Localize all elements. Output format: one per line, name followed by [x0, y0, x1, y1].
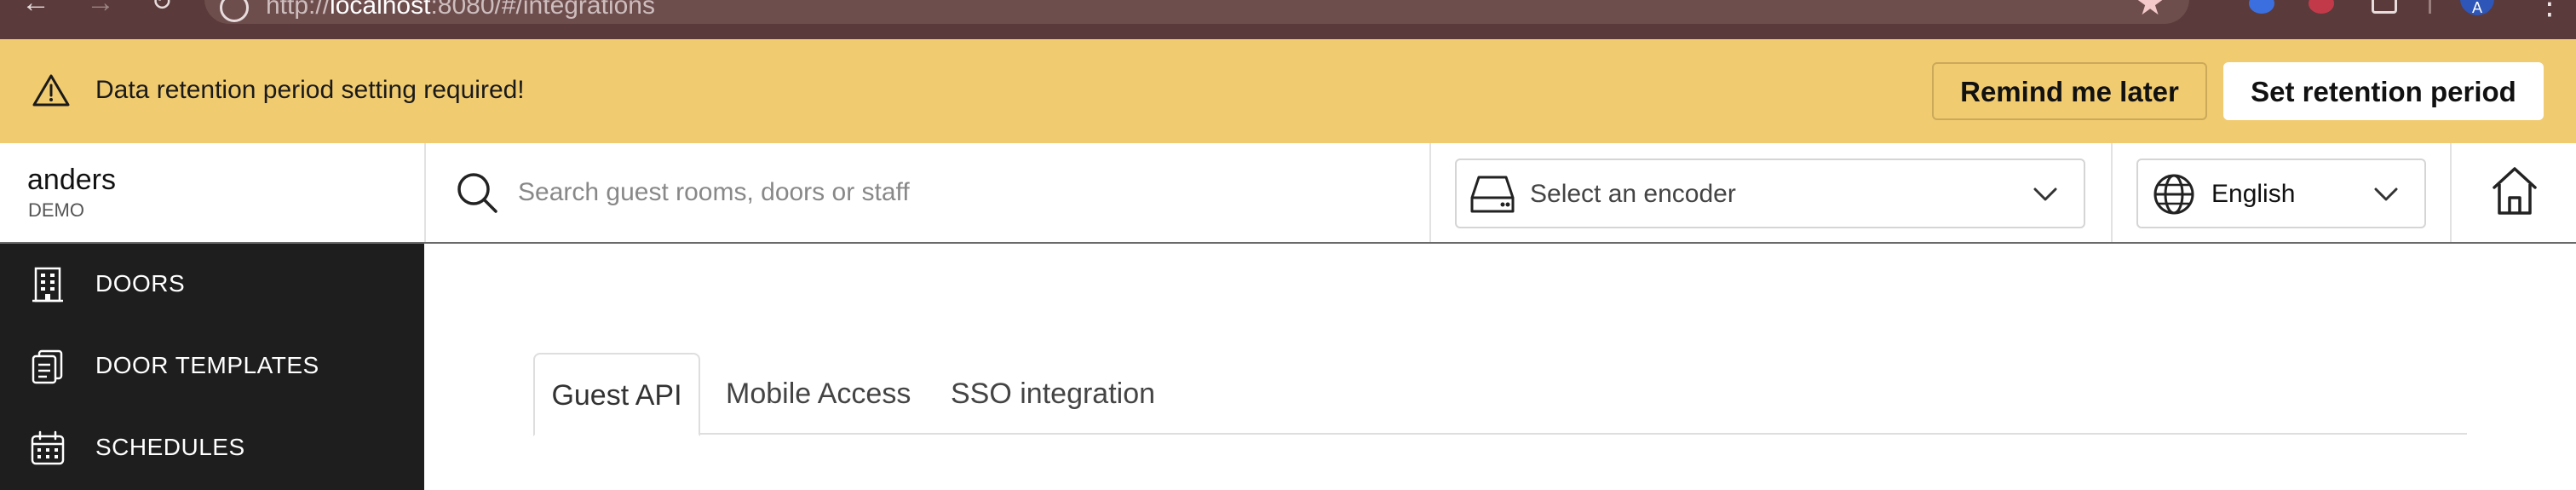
sidebar-item-label: DOORS	[95, 270, 186, 297]
browser-toolbar: ← → ↻ http://localhost:8080/#/integratio…	[0, 0, 2576, 39]
site-info-icon[interactable]	[220, 0, 249, 22]
sidebar-item-doors[interactable]: DOORS	[0, 244, 424, 326]
chevron-down-icon	[2374, 187, 2398, 201]
language-select-label: English	[2211, 180, 2296, 208]
globe-icon	[2153, 174, 2194, 215]
encoder-select[interactable]: Select an encoder	[1455, 159, 2085, 228]
building-icon	[32, 267, 63, 303]
header-divider	[2111, 143, 2113, 242]
address-url: http://localhost:8080/#/integrations	[266, 0, 655, 20]
sidebar-item-label: SCHEDULES	[95, 434, 245, 460]
reload-icon[interactable]: ↻	[145, 0, 179, 19]
encoder-device-icon	[1470, 176, 1515, 213]
remind-later-button[interactable]: Remind me later	[1932, 62, 2207, 120]
set-retention-button[interactable]: Set retention period	[2223, 62, 2544, 120]
header-divider	[424, 143, 426, 242]
sidebar-item-label: DOOR TEMPLATES	[95, 352, 319, 378]
header-divider	[1429, 143, 1431, 242]
tab-mobile-access[interactable]: Mobile Access	[726, 353, 911, 435]
banner-message: Data retention period setting required!	[95, 76, 525, 104]
brand-subtitle: DEMO	[28, 199, 84, 221]
extension-icon[interactable]	[2249, 0, 2274, 14]
templates-icon	[32, 349, 63, 384]
integration-tabs: Guest API Mobile Access SSO integration	[533, 353, 2467, 436]
extension-icon[interactable]	[2309, 0, 2334, 14]
tab-guest-api[interactable]: Guest API	[533, 353, 700, 436]
encoder-select-label: Select an encoder	[1530, 180, 1736, 208]
calendar-icon	[31, 430, 65, 465]
retention-banner: Data retention period setting required! …	[0, 39, 2576, 143]
toolbar-divider	[2429, 0, 2431, 14]
address-bar[interactable]: http://localhost:8080/#/integrations ★	[204, 0, 2189, 24]
tab-sso-integration[interactable]: SSO integration	[951, 353, 1155, 435]
sidebar: DOORS DOOR TEMPLATES SCHEDULES	[0, 244, 424, 490]
warning-icon	[32, 74, 70, 107]
back-icon[interactable]: ←	[19, 0, 53, 19]
extensions-puzzle-icon[interactable]	[2372, 0, 2397, 14]
app-header: anders DEMO Select an encoder English	[0, 143, 2576, 244]
browser-menu-icon[interactable]: ⋮	[2534, 0, 2565, 19]
language-select[interactable]: English	[2136, 159, 2426, 228]
search-icon	[457, 173, 497, 213]
sidebar-item-door-templates[interactable]: DOOR TEMPLATES	[0, 326, 424, 407]
profile-avatar[interactable]: A	[2460, 0, 2494, 16]
header-divider	[2450, 143, 2452, 242]
brand-name: anders	[27, 164, 116, 196]
home-icon[interactable]	[2491, 162, 2539, 220]
chevron-down-icon	[2033, 187, 2057, 201]
forward-icon[interactable]: →	[83, 0, 118, 19]
bookmark-star-icon[interactable]: ★	[2135, 0, 2165, 20]
sidebar-item-schedules[interactable]: SCHEDULES	[0, 407, 424, 489]
search-input[interactable]	[518, 174, 1404, 211]
